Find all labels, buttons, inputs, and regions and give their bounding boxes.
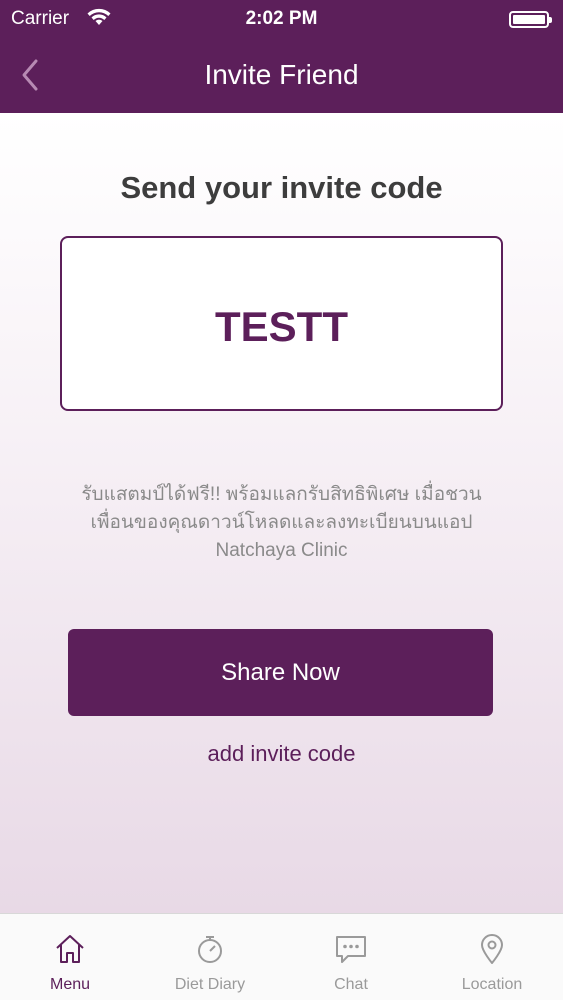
invite-code-box: TESTT [60, 236, 503, 411]
section-heading: Send your invite code [120, 170, 443, 205]
page-title: Invite Friend [204, 59, 359, 90]
tab-diet-diary[interactable]: Diet Diary [140, 914, 280, 1000]
tab-label: Chat [334, 976, 368, 993]
navigation-bar: Invite Friend [0, 45, 563, 105]
header: Carrier 2:02 PM Invite Friend [0, 0, 563, 113]
add-invite-code-link[interactable]: add invite code [0, 741, 563, 767]
chat-bubble-icon [336, 936, 366, 963]
invite-code: TESTT [215, 303, 348, 350]
status-bar: Carrier 2:02 PM [0, 0, 563, 38]
tab-bar: Menu Diet Diary Chat Location [0, 913, 563, 1000]
tab-menu[interactable]: Menu [0, 914, 140, 1000]
tab-label: Menu [49, 976, 91, 993]
main-content: Send your invite code TESTT รับแสตมป์ได้… [0, 113, 563, 913]
tab-chat[interactable]: Chat [281, 914, 421, 1000]
home-icon [56, 935, 84, 963]
location-pin-icon [481, 934, 503, 964]
clock: 2:02 PM [245, 8, 318, 29]
share-now-button[interactable]: Share Now [68, 629, 493, 716]
tab-label: Diet Diary [174, 976, 246, 993]
battery-icon [509, 11, 552, 28]
tab-location[interactable]: Location [422, 914, 562, 1000]
stopwatch-icon [198, 936, 222, 963]
invite-description: รับแสตมป์ได้ฟรี!! พร้อมแลกรับสิทธิพิเศษ … [81, 484, 482, 561]
tab-label: Location [461, 976, 523, 993]
